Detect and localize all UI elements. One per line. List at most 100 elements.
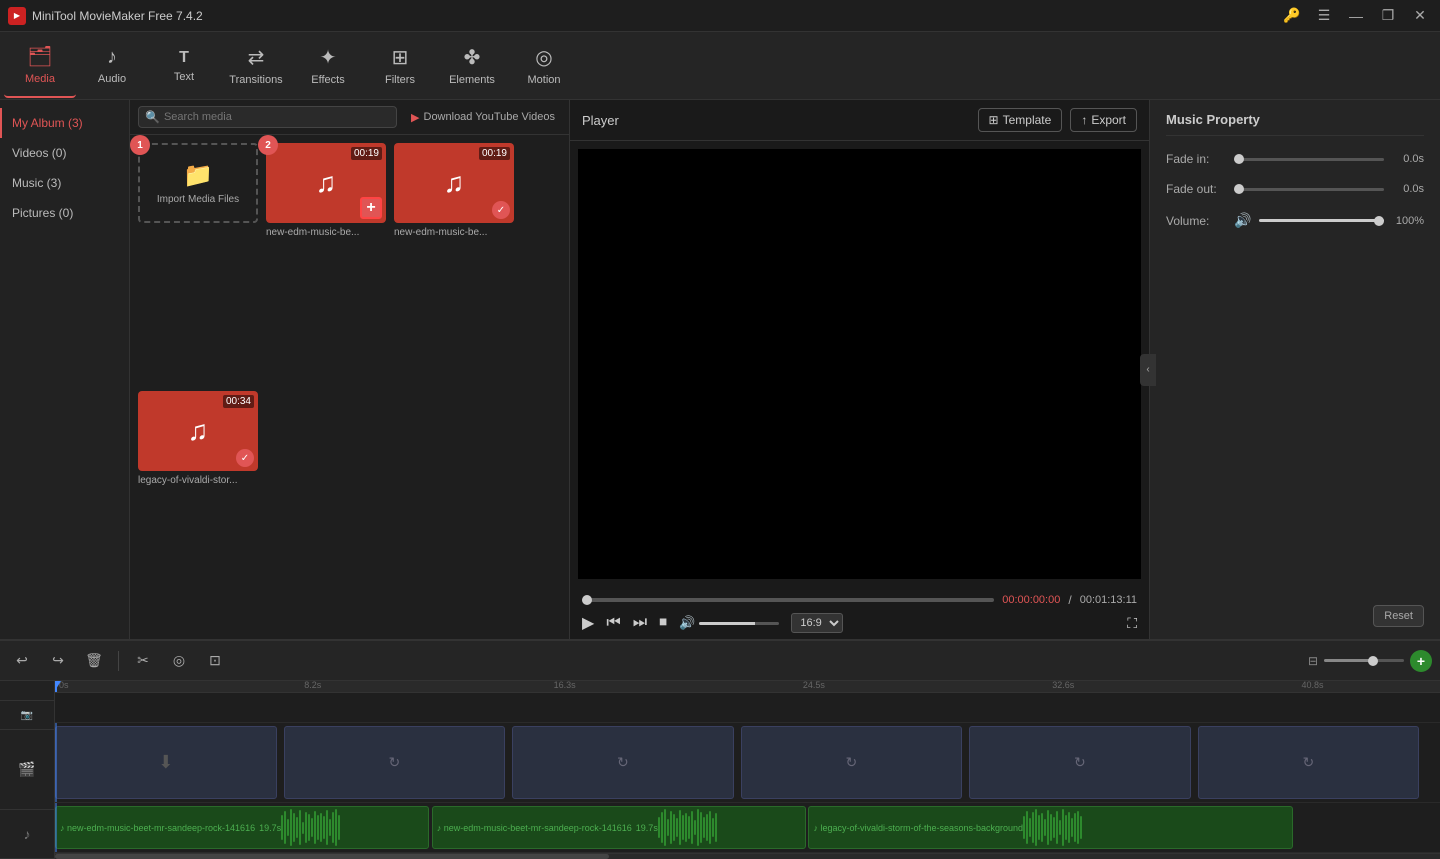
video-clip-4[interactable]: ↻: [741, 726, 963, 799]
collapse-panel-button[interactable]: ‹: [1140, 354, 1156, 386]
fade-out-slider[interactable]: [1234, 188, 1384, 191]
audio-clip-1[interactable]: ♪ new-edm-music-beet-mr-sandeep-rock-141…: [55, 806, 429, 849]
toolbar-item-text[interactable]: T Text: [148, 34, 220, 98]
sidebar-album-label: My Album (3): [12, 116, 83, 130]
template-button[interactable]: ⊞ Template: [978, 108, 1063, 132]
app-title: MiniTool MovieMaker Free 7.4.2: [32, 9, 203, 23]
sidebar-item-music[interactable]: Music (3): [0, 168, 129, 198]
export-button[interactable]: ↑ Export: [1070, 108, 1137, 132]
youtube-download-button[interactable]: ▶ Download YouTube Videos: [405, 108, 561, 127]
audio-track-row[interactable]: ♪ new-edm-music-beet-mr-sandeep-rock-141…: [55, 803, 1440, 853]
scrollbar-thumb[interactable]: [55, 854, 609, 859]
tl-separator-1: [118, 651, 119, 671]
toolbar-item-transitions[interactable]: ⇄ Transitions: [220, 34, 292, 98]
fade-in-slider[interactable]: [1234, 158, 1384, 161]
sidebar-pictures-label: Pictures (0): [12, 206, 73, 220]
play-button[interactable]: ▶: [582, 613, 594, 633]
volume-property-slider[interactable]: [1259, 219, 1384, 222]
progress-track[interactable]: [582, 598, 994, 602]
delete-button[interactable]: 🗑: [80, 647, 108, 675]
add-track-button[interactable]: +: [1410, 650, 1432, 672]
template-icon: ⊞: [989, 113, 999, 127]
zoom-handle[interactable]: [1368, 656, 1378, 666]
zoom-track[interactable]: [1324, 659, 1404, 662]
maximize-button[interactable]: ❐: [1376, 4, 1400, 28]
fade-out-handle[interactable]: [1234, 184, 1244, 194]
timeline-scrollbar[interactable]: [55, 853, 1440, 859]
toolbar-item-elements[interactable]: ✤ Elements: [436, 34, 508, 98]
motion-icon: ◎: [535, 45, 552, 70]
folder-icon: 📁: [183, 161, 213, 190]
fullscreen-button[interactable]: ⛶: [1127, 615, 1137, 632]
progress-thumb[interactable]: [582, 595, 592, 605]
stop-button[interactable]: ⏹: [659, 614, 667, 632]
media-label-1: new-edm-music-be...: [266, 227, 386, 238]
sidebar-item-pictures[interactable]: Pictures (0): [0, 198, 129, 228]
minimize-button[interactable]: 🔑: [1280, 4, 1304, 28]
media-item-2[interactable]: ♫ 00:19 ✓ new-edm-music-be...: [394, 143, 514, 383]
toolbar-item-audio[interactable]: ♪ Audio: [76, 34, 148, 98]
video-clip-3[interactable]: ↻: [512, 726, 734, 799]
audio-duration-2: 19.7s: [636, 823, 658, 833]
video-preview: [578, 149, 1141, 579]
undo-button[interactable]: ↩: [8, 647, 36, 675]
transitions-icon: ⇄: [248, 45, 265, 70]
video-track-label: 🎬: [0, 730, 54, 809]
split-button[interactable]: ✂: [129, 647, 157, 675]
transitions-label: Transitions: [229, 74, 282, 86]
toolbar-item-effects[interactable]: ✦ Effects: [292, 34, 364, 98]
volume-handle[interactable]: [1374, 216, 1384, 226]
empty-track-row: [55, 693, 1440, 723]
redo-button[interactable]: ↪: [44, 647, 72, 675]
close-button[interactable]: ✕: [1408, 4, 1432, 28]
tl-right-tools: ⊟ +: [1308, 650, 1432, 672]
volume-track[interactable]: [699, 622, 779, 625]
media-item-3[interactable]: ♫ 00:34 ✓ legacy-of-vivaldi-stor...: [138, 391, 258, 631]
filters-label: Filters: [385, 74, 415, 86]
next-frame-button[interactable]: ⏭: [633, 614, 647, 632]
add-to-timeline-button-1[interactable]: +: [360, 197, 382, 219]
volume-icon[interactable]: 🔊: [679, 615, 695, 631]
toolbar-item-media[interactable]: 🗂 Media: [4, 34, 76, 98]
audio-detach-button[interactable]: ◎: [165, 647, 193, 675]
text-label: Text: [174, 71, 194, 83]
prev-frame-button[interactable]: ⏮: [606, 614, 620, 632]
music-note-icon-3: ♫: [188, 415, 209, 447]
search-input[interactable]: [164, 111, 390, 123]
toolbar: 🗂 Media ♪ Audio T Text ⇄ Transitions ✦ E…: [0, 32, 1440, 100]
video-clip-2[interactable]: ↻: [284, 726, 506, 799]
audio-clip-2[interactable]: ♪ new-edm-music-beet-mr-sandeep-rock-141…: [432, 806, 806, 849]
volume-speaker-icon: 🔊: [1234, 212, 1251, 229]
audio-clip-3[interactable]: ♪ legacy-of-vivaldi-storm-of-the-seasons…: [808, 806, 1293, 849]
ruler-mark-1: 8.2s: [304, 681, 321, 690]
sidebar-item-videos[interactable]: Videos (0): [0, 138, 129, 168]
check-badge-3: ✓: [236, 449, 254, 467]
step-number-1: 1: [130, 135, 150, 155]
waveform-3: [1023, 807, 1288, 848]
media-item-1[interactable]: ♫ 00:19 + new-edm-music-be...: [266, 143, 386, 238]
reset-button[interactable]: Reset: [1373, 605, 1424, 627]
aspect-ratio-select[interactable]: 16:9 4:3 1:1: [791, 613, 843, 633]
video-clip-5[interactable]: ↻: [969, 726, 1191, 799]
menu-button[interactable]: ☰: [1312, 4, 1336, 28]
minimize-window-button[interactable]: —: [1344, 4, 1368, 28]
player-title: Player: [582, 113, 619, 128]
fade-out-label: Fade out:: [1166, 182, 1226, 196]
media-icon: 🗂: [27, 44, 52, 69]
music-note-icon-2: ♫: [444, 167, 465, 199]
media-thumb-1: ♫ 00:19 +: [266, 143, 386, 223]
crop-button[interactable]: ⊡: [201, 647, 229, 675]
sidebar-item-my-album[interactable]: My Album (3): [0, 108, 129, 138]
sidebar-music-label: Music (3): [12, 176, 61, 190]
playhead[interactable]: [55, 681, 57, 692]
import-media-button[interactable]: 📁 Import Media Files: [138, 143, 258, 223]
video-clip-6[interactable]: ↻: [1198, 726, 1420, 799]
media-label-2: new-edm-music-be...: [394, 227, 514, 238]
toolbar-item-filters[interactable]: ⊞ Filters: [364, 34, 436, 98]
video-clip-1[interactable]: ⬇: [55, 726, 277, 799]
video-track-row[interactable]: ⬇ ↻ ↻ ↻ ↻ ↻: [55, 723, 1440, 803]
elements-icon: ✤: [464, 45, 481, 70]
toolbar-item-motion[interactable]: ◎ Motion: [508, 34, 580, 98]
fade-in-handle[interactable]: [1234, 154, 1244, 164]
search-input-wrap[interactable]: 🔍: [138, 106, 397, 128]
